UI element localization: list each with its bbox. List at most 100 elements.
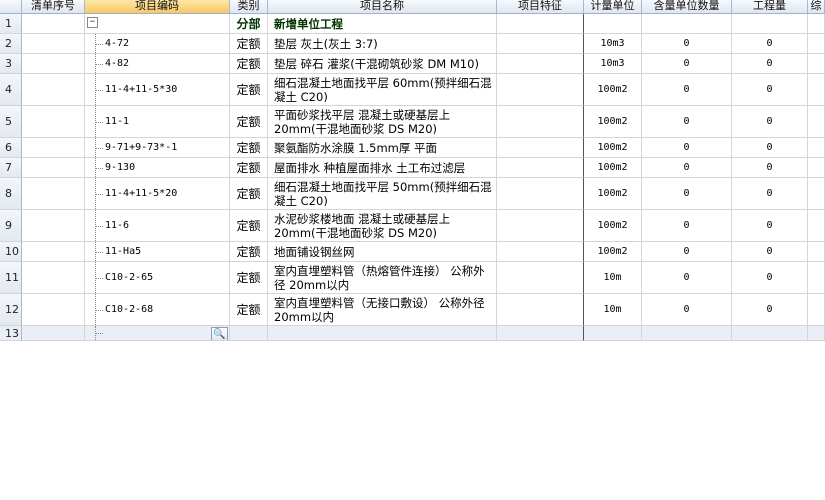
content-qty-cell[interactable]: 0 xyxy=(642,178,732,210)
header-unit[interactable]: 计量单位 xyxy=(584,0,642,13)
header-item-code[interactable]: 项目编码 xyxy=(85,0,230,13)
extra-cell[interactable] xyxy=(808,242,825,262)
unit-cell[interactable]: 10m xyxy=(584,262,642,294)
unit-cell[interactable]: 10m xyxy=(584,294,642,326)
item-code-cell[interactable]: 11-4+11-5*30 xyxy=(85,74,230,106)
header-content-qty[interactable]: 含量单位数量 xyxy=(642,0,732,13)
extra-cell[interactable] xyxy=(808,262,825,294)
category-cell[interactable]: 定额 xyxy=(230,158,268,178)
content-qty-cell[interactable]: 0 xyxy=(642,74,732,106)
quantity-cell[interactable]: 0 xyxy=(732,54,808,74)
category-cell[interactable] xyxy=(230,326,268,341)
item-feature-cell[interactable] xyxy=(497,54,584,74)
category-cell[interactable]: 定额 xyxy=(230,262,268,294)
item-name-cell[interactable]: 垫层 灰土(灰土 3:7) xyxy=(268,34,497,54)
quantity-cell[interactable]: 0 xyxy=(732,242,808,262)
content-qty-cell[interactable]: 0 xyxy=(642,242,732,262)
row-number[interactable]: 8 xyxy=(0,178,22,210)
extra-cell[interactable] xyxy=(808,294,825,326)
content-qty-cell[interactable]: 0 xyxy=(642,262,732,294)
item-name-cell[interactable]: 平面砂浆找平层 混凝土或硬基层上 20mm(干混地面砂浆 DS M20) xyxy=(268,106,497,138)
item-code-cell[interactable]: 9-71+9-73*-1 xyxy=(85,138,230,158)
item-feature-cell[interactable] xyxy=(497,158,584,178)
list-no-cell[interactable] xyxy=(22,210,85,242)
item-feature-cell[interactable] xyxy=(497,34,584,54)
unit-cell[interactable]: 100m2 xyxy=(584,242,642,262)
search-icon[interactable]: 🔍 xyxy=(211,327,228,340)
quantity-cell[interactable]: 0 xyxy=(732,34,808,54)
row-number[interactable]: 11 xyxy=(0,262,22,294)
table-row[interactable]: 8 11-4+11-5*20 定额 细石混凝土地面找平层 50mm(预拌细石混凝土 C… xyxy=(0,178,825,210)
item-feature-cell[interactable] xyxy=(497,242,584,262)
unit-cell[interactable]: 10m3 xyxy=(584,54,642,74)
extra-cell[interactable] xyxy=(808,326,825,341)
list-no-cell[interactable] xyxy=(22,158,85,178)
item-name-cell[interactable]: 水泥砂浆楼地面 混凝土或硬基层上 20mm(干混地面砂浆 DS M20) xyxy=(268,210,497,242)
unit-cell[interactable]: 100m2 xyxy=(584,210,642,242)
quantity-cell[interactable]: 0 xyxy=(732,178,808,210)
quantity-cell[interactable] xyxy=(732,326,808,341)
item-name-cell[interactable]: 屋面排水 种植屋面排水 土工布过滤层 xyxy=(268,158,497,178)
table-row[interactable]: 10 11-Ha5 定额 地面铺设钢丝网 100m2 0 0 xyxy=(0,242,825,262)
row-number[interactable]: 12 xyxy=(0,294,22,326)
quantity-cell[interactable]: 0 xyxy=(732,138,808,158)
header-item-name[interactable]: 项目名称 xyxy=(268,0,497,13)
content-qty-cell[interactable]: 0 xyxy=(642,34,732,54)
content-qty-cell[interactable] xyxy=(642,326,732,341)
item-name-cell[interactable]: 室内直埋塑料管（热熔管件连接） 公称外径 20mm以内 xyxy=(268,262,497,294)
extra-cell[interactable] xyxy=(808,54,825,74)
header-item-feature[interactable]: 项目特征 xyxy=(497,0,584,13)
item-name-cell[interactable]: 新增单位工程 xyxy=(268,14,497,34)
collapse-icon[interactable]: − xyxy=(87,17,98,28)
quantity-cell[interactable]: 0 xyxy=(732,106,808,138)
unit-cell[interactable] xyxy=(584,326,642,341)
quantity-cell[interactable]: 0 xyxy=(732,210,808,242)
item-feature-cell[interactable] xyxy=(497,106,584,138)
content-qty-cell[interactable] xyxy=(642,14,732,34)
unit-cell[interactable]: 100m2 xyxy=(584,138,642,158)
item-feature-cell[interactable] xyxy=(497,326,584,341)
table-row[interactable]: 13 🔍 xyxy=(0,326,825,341)
list-no-cell[interactable] xyxy=(22,138,85,158)
extra-cell[interactable] xyxy=(808,138,825,158)
row-number[interactable]: 9 xyxy=(0,210,22,242)
item-name-cell[interactable]: 室内直埋塑料管（无接口敷设） 公称外径 20mm以内 xyxy=(268,294,497,326)
item-name-cell[interactable] xyxy=(268,326,497,341)
item-code-cell[interactable]: 11-1 xyxy=(85,106,230,138)
item-feature-cell[interactable] xyxy=(497,14,584,34)
table-row[interactable]: 12 C10-2-68 定额 室内直埋塑料管（无接口敷设） 公称外径 20mm以内 10… xyxy=(0,294,825,326)
item-code-cell[interactable]: 11-Ha5 xyxy=(85,242,230,262)
item-code-cell[interactable]: − xyxy=(85,14,230,34)
unit-cell[interactable]: 100m2 xyxy=(584,178,642,210)
content-qty-cell[interactable]: 0 xyxy=(642,210,732,242)
content-qty-cell[interactable]: 0 xyxy=(642,158,732,178)
list-no-cell[interactable] xyxy=(22,326,85,341)
row-number[interactable]: 10 xyxy=(0,242,22,262)
list-no-cell[interactable] xyxy=(22,294,85,326)
list-no-cell[interactable] xyxy=(22,178,85,210)
header-extra[interactable]: 综 xyxy=(808,0,825,13)
table-row[interactable]: 9 11-6 定额 水泥砂浆楼地面 混凝土或硬基层上 20mm(干混地面砂浆 DS M… xyxy=(0,210,825,242)
item-code-cell[interactable]: 11-6 xyxy=(85,210,230,242)
item-name-cell[interactable]: 细石混凝土地面找平层 50mm(预拌细石混凝土 C20) xyxy=(268,178,497,210)
category-cell[interactable]: 定额 xyxy=(230,178,268,210)
row-number[interactable]: 13 xyxy=(0,326,22,341)
list-no-cell[interactable] xyxy=(22,34,85,54)
corner[interactable] xyxy=(0,0,22,13)
extra-cell[interactable] xyxy=(808,158,825,178)
header-quantity[interactable]: 工程量 xyxy=(732,0,808,13)
extra-cell[interactable] xyxy=(808,34,825,54)
table-row[interactable]: 5 11-1 定额 平面砂浆找平层 混凝土或硬基层上 20mm(干混地面砂浆 DS M… xyxy=(0,106,825,138)
item-name-cell[interactable]: 地面铺设钢丝网 xyxy=(268,242,497,262)
item-code-cell[interactable]: 9-130 xyxy=(85,158,230,178)
item-feature-cell[interactable] xyxy=(497,210,584,242)
item-code-cell[interactable]: 🔍 xyxy=(85,326,230,341)
table-row[interactable]: 6 9-71+9-73*-1 定额 聚氨酯防水涂膜 1.5mm厚 平面 100m2 0 0 xyxy=(0,138,825,158)
table-row[interactable]: 3 4-82 定额 垫层 碎石 灌浆(干混砌筑砂浆 DM M10) 10m3 0 0 xyxy=(0,54,825,74)
item-code-cell[interactable]: 4-72 xyxy=(85,34,230,54)
table-row[interactable]: 2 4-72 定额 垫层 灰土(灰土 3:7) 10m3 0 0 xyxy=(0,34,825,54)
row-number[interactable]: 7 xyxy=(0,158,22,178)
row-number[interactable]: 6 xyxy=(0,138,22,158)
list-no-cell[interactable] xyxy=(22,74,85,106)
category-cell[interactable]: 定额 xyxy=(230,54,268,74)
